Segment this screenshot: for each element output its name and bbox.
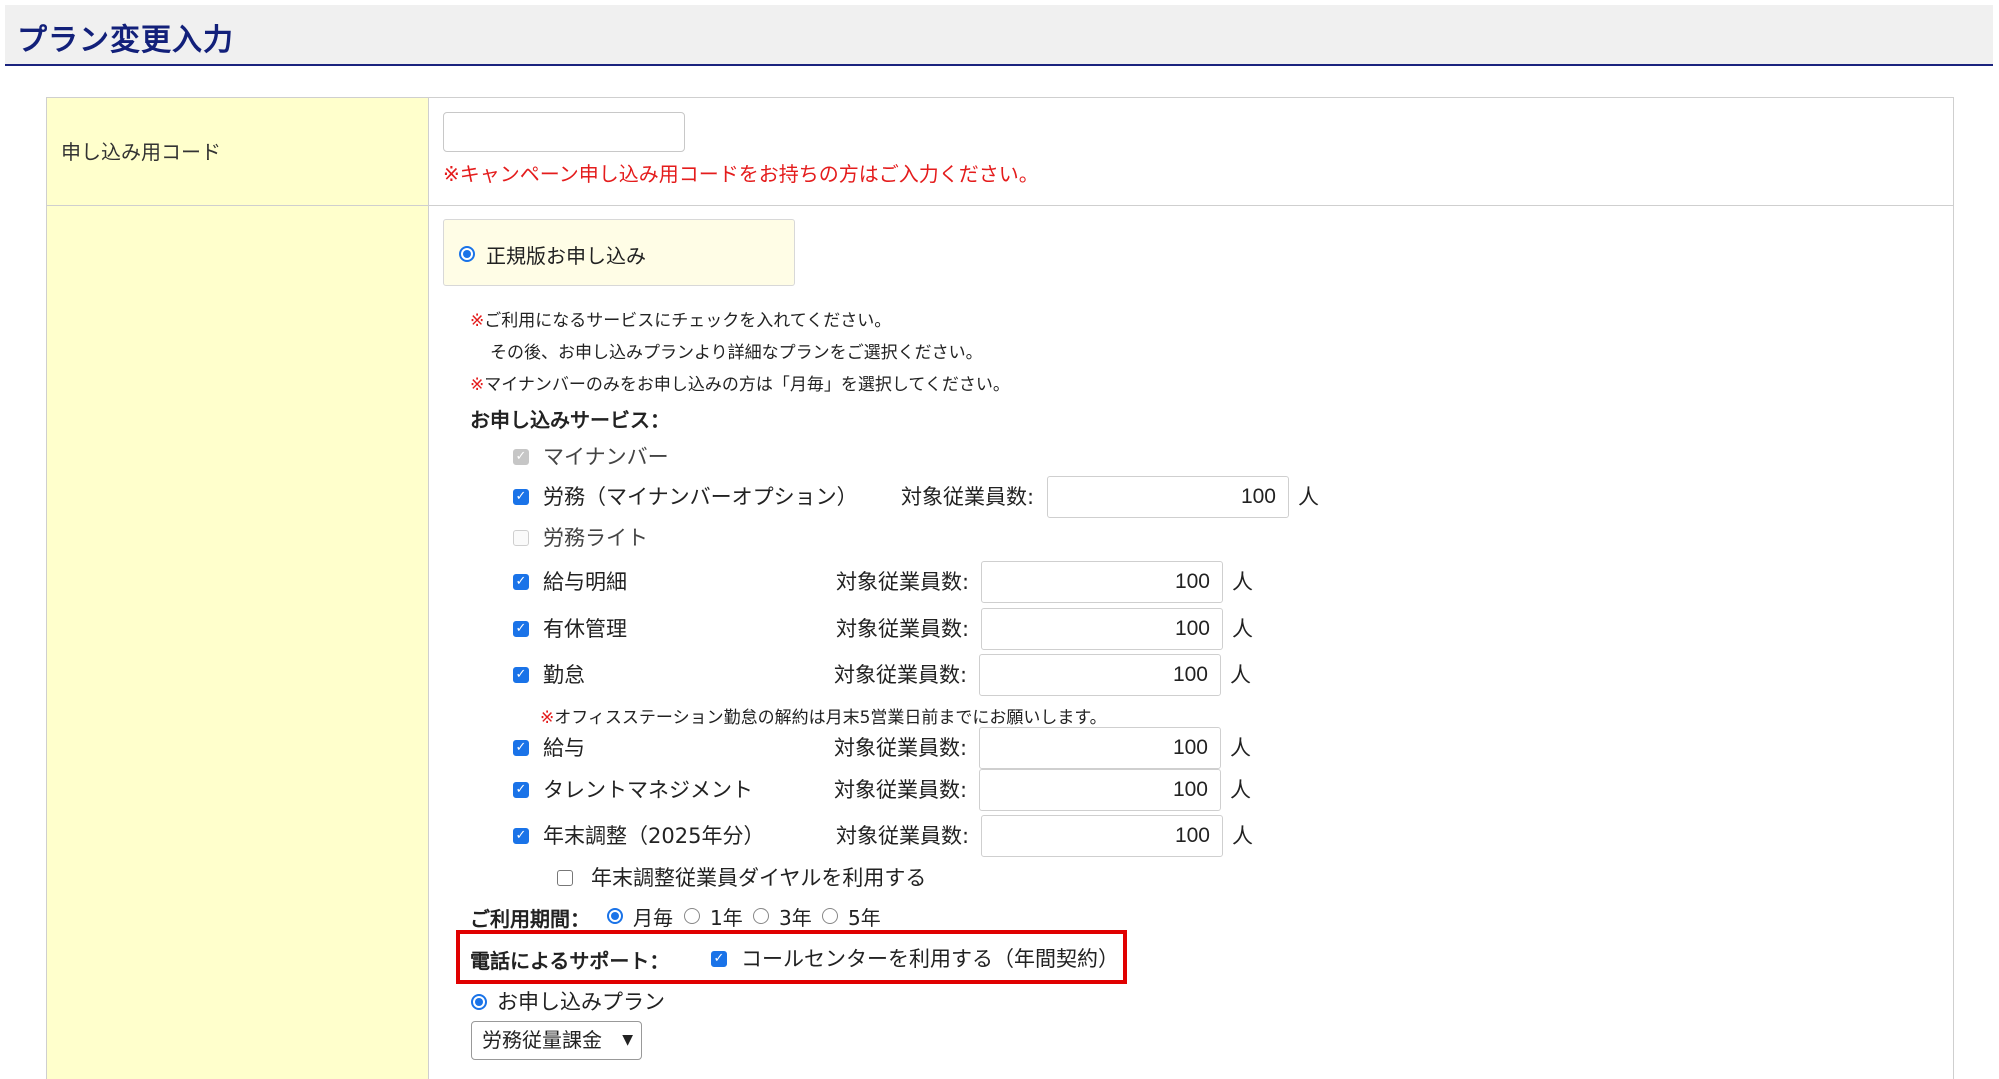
service-label-mynumber: マイナンバー — [543, 445, 669, 469]
apply-plan-label: お申し込みプラン — [497, 990, 665, 1014]
period-option-monthly: 月毎 — [633, 906, 673, 930]
unit-label: 人 — [1232, 617, 1253, 641]
chevron-down-icon: ▼ — [622, 1032, 633, 1048]
payslip-checkbox[interactable]: ✓ — [513, 574, 529, 590]
unit-label: 人 — [1298, 485, 1319, 509]
paid-leave-employee-count-input[interactable]: 100 — [981, 608, 1223, 650]
service-label-year-end: 年末調整（2025年分） — [543, 824, 765, 848]
code-note: ※キャンペーン申し込み用コードをお持ちの方はご入力ください。 — [443, 162, 1039, 186]
salary-employee-count-input[interactable]: 100 — [979, 727, 1221, 769]
support-label: 電話によるサポート： — [470, 949, 670, 973]
plan-select-value: 労務従量課金 — [482, 1028, 602, 1052]
employee-count-label: 対象従業員数: — [834, 663, 968, 687]
period-label: ご利用期間： — [470, 907, 590, 931]
period-option-3y: 3年 — [779, 906, 812, 930]
note-line-1: ※ご利用になるサービスにチェックを入れてください。 — [470, 311, 892, 331]
roumu-checkbox[interactable]: ✓ — [513, 489, 529, 505]
page-header: プラン変更入力 — [5, 5, 1993, 66]
call-center-checkbox[interactable]: ✓ — [711, 951, 727, 967]
period-radio-5y[interactable] — [822, 908, 838, 924]
call-center-label: コールセンターを利用する（年間契約） — [741, 947, 1119, 971]
note-line-2: その後、お申し込みプランより詳細なプランをご選択ください。 — [490, 343, 983, 363]
employee-count-label: 対象従業員数: — [836, 570, 970, 594]
mynumber-checkbox: ✓ — [513, 449, 529, 465]
roumu-employee-count-input[interactable]: 100 — [1047, 476, 1289, 518]
unit-label: 人 — [1230, 778, 1251, 802]
plan-option-radio[interactable] — [459, 246, 475, 262]
services-heading: お申し込みサービス： — [470, 408, 670, 432]
service-label-attendance: 勤怠 — [543, 663, 585, 687]
row-divider — [47, 205, 1953, 206]
note-mark: ※ — [540, 708, 555, 728]
service-label-talent: タレントマネジメント — [543, 778, 753, 802]
campaign-code-input[interactable] — [443, 112, 685, 152]
apply-plan-radio[interactable] — [471, 994, 487, 1010]
service-label-payslip: 給与明細 — [543, 570, 627, 594]
attendance-checkbox[interactable]: ✓ — [513, 667, 529, 683]
employee-count-label: 対象従業員数: — [901, 485, 1035, 509]
service-label-roumu: 労務（マイナンバーオプション） — [543, 485, 858, 509]
period-option-1y: 1年 — [710, 906, 743, 930]
talent-employee-count-input[interactable]: 100 — [979, 769, 1221, 811]
paid-leave-checkbox[interactable]: ✓ — [513, 621, 529, 637]
unit-label: 人 — [1232, 824, 1253, 848]
attendance-note: ※オフィスステーション勤怠の解約は月末5営業日前までにお願いします。 — [540, 708, 1107, 728]
plan-option-box[interactable]: 正規版お申し込み — [443, 219, 795, 286]
year-end-employee-count-input[interactable]: 100 — [981, 815, 1223, 857]
year-end-dial-label: 年末調整従業員ダイヤルを利用する — [591, 866, 927, 890]
unit-label: 人 — [1230, 663, 1251, 687]
attendance-employee-count-input[interactable]: 100 — [979, 654, 1221, 696]
roumu-lite-checkbox — [513, 530, 529, 546]
year-end-dial-checkbox[interactable] — [557, 870, 573, 886]
note-mark: ※ — [470, 311, 485, 331]
label-column — [47, 98, 429, 1079]
employee-count-label: 対象従業員数: — [834, 736, 968, 760]
service-label-salary: 給与 — [543, 736, 585, 760]
plan-option-label: 正規版お申し込み — [486, 244, 646, 268]
employee-count-label: 対象従業員数: — [836, 617, 970, 641]
service-label-paid-leave: 有休管理 — [543, 617, 627, 641]
period-option-5y: 5年 — [848, 906, 881, 930]
employee-count-label: 対象従業員数: — [836, 824, 970, 848]
period-radio-1y[interactable] — [684, 908, 700, 924]
payslip-employee-count-input[interactable]: 100 — [981, 561, 1223, 603]
period-radio-3y[interactable] — [753, 908, 769, 924]
unit-label: 人 — [1232, 570, 1253, 594]
service-label-roumu-lite: 労務ライト — [543, 526, 648, 550]
plan-select[interactable]: 労務従量課金 ▼ — [471, 1021, 642, 1060]
unit-label: 人 — [1230, 736, 1251, 760]
salary-checkbox[interactable]: ✓ — [513, 740, 529, 756]
employee-count-label: 対象従業員数: — [834, 778, 968, 802]
year-end-checkbox[interactable]: ✓ — [513, 828, 529, 844]
talent-checkbox[interactable]: ✓ — [513, 782, 529, 798]
code-label: 申し込み用コード — [61, 140, 221, 164]
period-radio-monthly[interactable] — [607, 908, 623, 924]
page-title: プラン変更入力 — [17, 23, 234, 58]
note-line-3: ※マイナンバーのみをお申し込みの方は「月毎」を選択してください。 — [470, 375, 1010, 395]
note-mark: ※ — [470, 375, 485, 395]
